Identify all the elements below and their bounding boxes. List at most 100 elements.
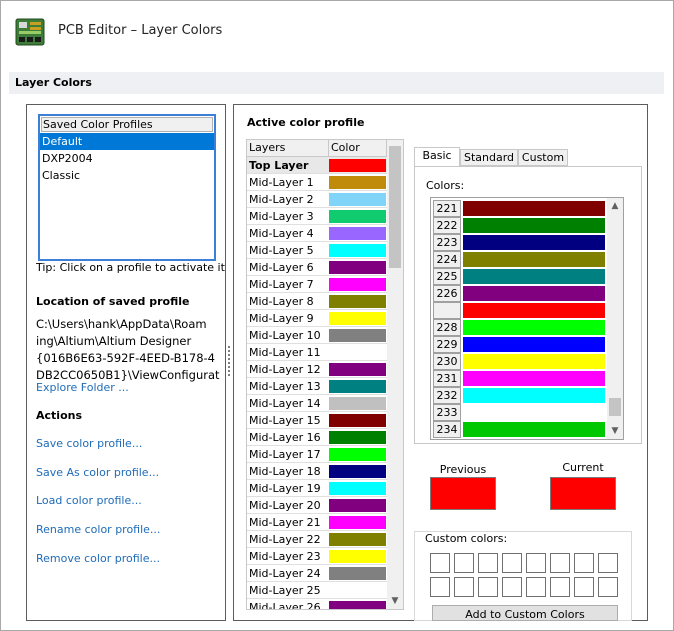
scroll-up-icon[interactable]: ▲ bbox=[607, 198, 623, 214]
layer-color-swatch[interactable] bbox=[329, 295, 386, 308]
layer-row[interactable]: Mid-Layer 17 bbox=[247, 446, 387, 463]
add-to-custom-colors-button[interactable]: Add to Custom Colors bbox=[432, 605, 618, 621]
load-profile-link[interactable]: Load color profile... bbox=[36, 494, 142, 507]
layer-color-swatch[interactable] bbox=[329, 346, 386, 359]
layer-row[interactable]: Mid-Layer 14 bbox=[247, 395, 387, 412]
palette-color-swatch[interactable] bbox=[463, 286, 605, 301]
palette-index-button[interactable]: 222 bbox=[433, 217, 461, 234]
palette-color-swatch[interactable] bbox=[463, 371, 605, 386]
layer-table-scrollbar[interactable]: ▼ bbox=[387, 140, 403, 609]
layer-row[interactable]: Mid-Layer 10 bbox=[247, 327, 387, 344]
layer-row[interactable]: Mid-Layer 20 bbox=[247, 497, 387, 514]
layer-color-swatch[interactable] bbox=[329, 601, 386, 609]
palette-color-swatch[interactable] bbox=[463, 320, 605, 335]
layer-row[interactable]: Mid-Layer 7 bbox=[247, 276, 387, 293]
layer-color-swatch[interactable] bbox=[329, 584, 386, 597]
explore-folder-link[interactable]: Explore Folder ... bbox=[36, 381, 129, 394]
scroll-down-icon[interactable]: ▼ bbox=[387, 593, 403, 609]
custom-color-cell[interactable] bbox=[574, 553, 594, 573]
palette-color-swatch[interactable] bbox=[463, 422, 605, 437]
save-as-profile-link[interactable]: Save As color profile... bbox=[36, 466, 159, 479]
layer-color-swatch[interactable] bbox=[329, 312, 386, 325]
layer-row[interactable]: Mid-Layer 16 bbox=[247, 429, 387, 446]
layer-color-swatch[interactable] bbox=[329, 329, 386, 342]
custom-color-cell[interactable] bbox=[526, 553, 546, 573]
layer-color-swatch[interactable] bbox=[329, 193, 386, 206]
layer-row[interactable]: Mid-Layer 23 bbox=[247, 548, 387, 565]
layer-row[interactable]: Mid-Layer 3 bbox=[247, 208, 387, 225]
custom-color-cell[interactable] bbox=[526, 577, 546, 597]
palette-color-swatch[interactable] bbox=[463, 388, 605, 403]
custom-color-cell[interactable] bbox=[454, 577, 474, 597]
layer-row[interactable]: Mid-Layer 25 bbox=[247, 582, 387, 599]
layer-row[interactable]: Mid-Layer 1 bbox=[247, 174, 387, 191]
custom-color-cell[interactable] bbox=[478, 553, 498, 573]
palette-color-swatch[interactable] bbox=[463, 337, 605, 352]
custom-color-cell[interactable] bbox=[502, 577, 522, 597]
layer-color-swatch[interactable] bbox=[329, 244, 386, 257]
custom-color-cell[interactable] bbox=[598, 577, 618, 597]
palette-color-swatch[interactable] bbox=[463, 235, 605, 250]
custom-color-cell[interactable] bbox=[454, 553, 474, 573]
layer-color-swatch[interactable] bbox=[329, 550, 386, 563]
layer-row[interactable]: Top Layer bbox=[247, 157, 387, 174]
layer-row[interactable]: Mid-Layer 8 bbox=[247, 293, 387, 310]
palette-color-swatch[interactable] bbox=[463, 218, 605, 233]
save-profile-link[interactable]: Save color profile... bbox=[36, 437, 142, 450]
palette-color-swatch[interactable] bbox=[463, 405, 605, 420]
saved-profiles-list[interactable]: Saved Color Profiles Default DXP2004 Cla… bbox=[38, 114, 216, 261]
tab-basic[interactable]: Basic bbox=[414, 147, 460, 167]
custom-color-cell[interactable] bbox=[598, 553, 618, 573]
layers-column-header[interactable]: Layers bbox=[247, 140, 329, 157]
layer-color-swatch[interactable] bbox=[329, 210, 386, 223]
layer-color-swatch[interactable] bbox=[329, 278, 386, 291]
splitter-grip[interactable] bbox=[226, 345, 232, 379]
scroll-down-icon[interactable]: ▼ bbox=[607, 423, 623, 439]
palette-color-swatch[interactable] bbox=[463, 201, 605, 216]
layer-row[interactable]: Mid-Layer 12 bbox=[247, 361, 387, 378]
layer-color-swatch[interactable] bbox=[329, 431, 386, 444]
layer-color-swatch[interactable] bbox=[329, 159, 386, 172]
layer-row[interactable]: Mid-Layer 6 bbox=[247, 259, 387, 276]
layer-color-swatch[interactable] bbox=[329, 227, 386, 240]
custom-color-cell[interactable] bbox=[574, 577, 594, 597]
palette-scrollbar-thumb[interactable] bbox=[609, 398, 621, 416]
profile-item-default[interactable]: Default bbox=[40, 133, 214, 150]
custom-color-cell[interactable] bbox=[478, 577, 498, 597]
layer-color-swatch[interactable] bbox=[329, 516, 386, 529]
scrollbar-thumb[interactable] bbox=[389, 146, 401, 268]
palette-index-button[interactable] bbox=[433, 302, 461, 319]
layer-color-swatch[interactable] bbox=[329, 448, 386, 461]
custom-color-cell[interactable] bbox=[550, 553, 570, 573]
custom-color-cell[interactable] bbox=[430, 553, 450, 573]
palette-index-button[interactable]: 223 bbox=[433, 234, 461, 251]
tab-standard[interactable]: Standard bbox=[460, 149, 518, 166]
layer-color-swatch[interactable] bbox=[329, 533, 386, 546]
palette-color-swatch[interactable] bbox=[463, 354, 605, 369]
layer-row[interactable]: Mid-Layer 24 bbox=[247, 565, 387, 582]
palette-color-swatch[interactable] bbox=[463, 303, 605, 318]
layer-row[interactable]: Mid-Layer 21 bbox=[247, 514, 387, 531]
palette-index-button[interactable]: 233 bbox=[433, 404, 461, 421]
layer-row[interactable]: Mid-Layer 22 bbox=[247, 531, 387, 548]
palette-color-swatch[interactable] bbox=[463, 269, 605, 284]
layer-row[interactable]: Mid-Layer 11 bbox=[247, 344, 387, 361]
layer-color-swatch[interactable] bbox=[329, 482, 386, 495]
layer-color-swatch[interactable] bbox=[329, 261, 386, 274]
custom-color-cell[interactable] bbox=[550, 577, 570, 597]
layer-color-swatch[interactable] bbox=[329, 380, 386, 393]
palette-index-button[interactable]: 226 bbox=[433, 285, 461, 302]
layer-color-swatch[interactable] bbox=[329, 414, 386, 427]
palette-index-button[interactable]: 232 bbox=[433, 387, 461, 404]
palette-index-button[interactable]: 224 bbox=[433, 251, 461, 268]
layer-row[interactable]: Mid-Layer 15 bbox=[247, 412, 387, 429]
layer-color-swatch[interactable] bbox=[329, 499, 386, 512]
color-column-header[interactable]: Color bbox=[329, 140, 387, 157]
layer-row[interactable]: Mid-Layer 26 bbox=[247, 599, 387, 609]
rename-profile-link[interactable]: Rename color profile... bbox=[36, 523, 160, 536]
custom-color-cell[interactable] bbox=[502, 553, 522, 573]
layer-color-swatch[interactable] bbox=[329, 397, 386, 410]
layer-row[interactable]: Mid-Layer 5 bbox=[247, 242, 387, 259]
palette-color-swatch[interactable] bbox=[463, 252, 605, 267]
layer-color-swatch[interactable] bbox=[329, 363, 386, 376]
